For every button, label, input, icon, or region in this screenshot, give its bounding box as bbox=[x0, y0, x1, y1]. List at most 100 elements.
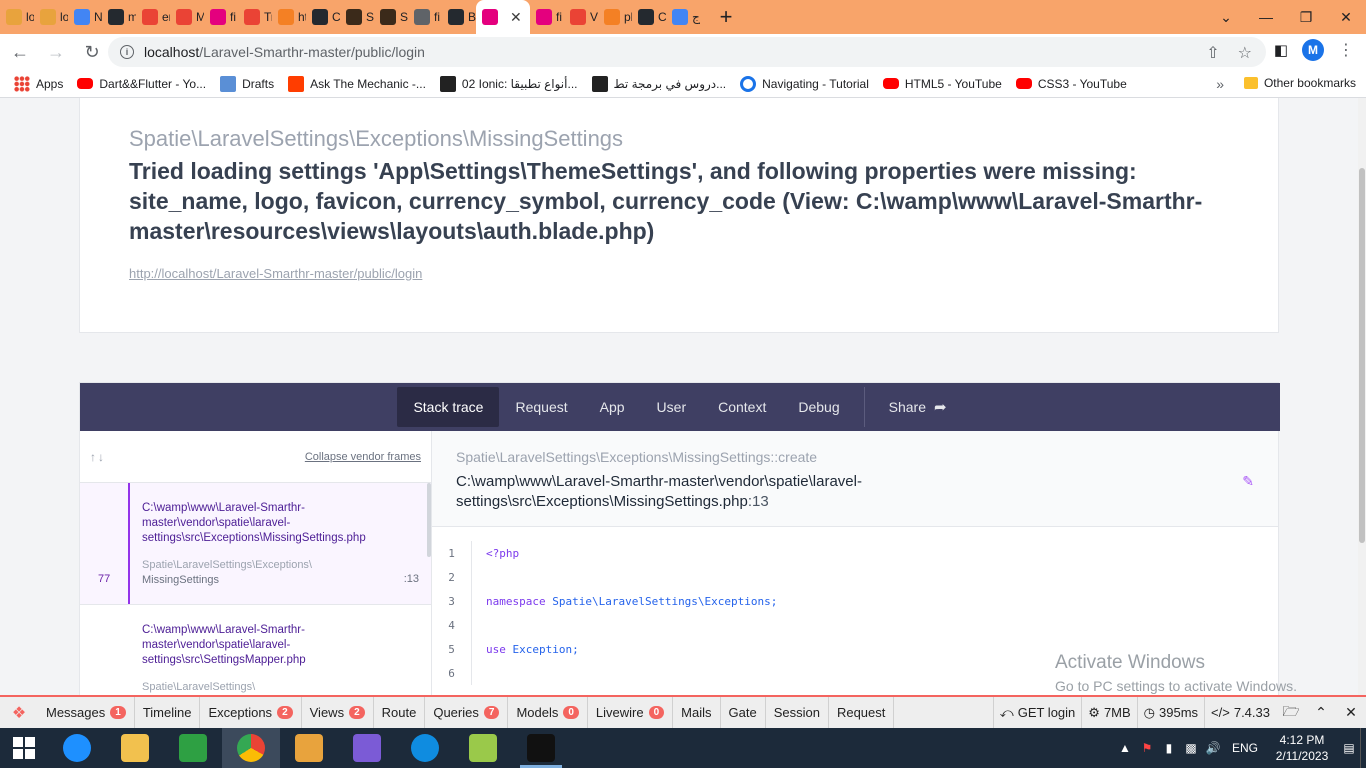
maximize-chevron-icon[interactable]: ⌃ bbox=[1306, 704, 1336, 721]
edit-pencil-icon[interactable]: ✎ bbox=[1242, 473, 1254, 490]
tab-search-chevron-icon[interactable]: ⌄ bbox=[1206, 9, 1246, 26]
debugbar-tab-gate[interactable]: Gate bbox=[721, 697, 766, 728]
taskbar-app[interactable] bbox=[48, 728, 106, 768]
tab[interactable]: phj bbox=[598, 0, 632, 34]
network-flag-icon[interactable]: ⚑ bbox=[1136, 741, 1158, 755]
collapse-vendor-frames-link[interactable]: Collapse vendor frames bbox=[305, 451, 421, 463]
menu-kebab-icon[interactable]: ⋮ bbox=[1338, 40, 1354, 60]
tab[interactable]: Ne bbox=[68, 0, 102, 34]
restore-icon[interactable]: ❐ bbox=[1286, 9, 1326, 26]
signal-icon[interactable]: ▩ bbox=[1180, 741, 1202, 755]
close-icon[interactable]: ✕ bbox=[1336, 704, 1366, 721]
tab[interactable]: Mu bbox=[170, 0, 204, 34]
back-icon[interactable]: ← bbox=[4, 42, 36, 63]
start-button[interactable] bbox=[0, 728, 48, 768]
bookmark-item[interactable]: Navigating - Tutorial bbox=[740, 75, 869, 92]
tab[interactable]: ﬁ T bbox=[204, 0, 238, 34]
share-icon[interactable]: ⇧ bbox=[1206, 43, 1219, 63]
profile-avatar[interactable]: M bbox=[1302, 39, 1324, 61]
bookmark-item[interactable]: Apps bbox=[14, 75, 63, 92]
tab[interactable]: Sm bbox=[340, 0, 374, 34]
ignition-tab-debug[interactable]: Debug bbox=[782, 387, 855, 427]
taskbar-app[interactable] bbox=[164, 728, 222, 768]
taskbar-app[interactable] bbox=[280, 728, 338, 768]
tab[interactable]: ﬁ T bbox=[530, 0, 564, 34]
tab[interactable]: Co bbox=[306, 0, 340, 34]
tab[interactable]: Sm bbox=[374, 0, 408, 34]
reload-icon[interactable]: ↻ bbox=[76, 42, 108, 63]
ignition-tab-user[interactable]: User bbox=[641, 387, 703, 427]
debugbar-tab-models[interactable]: Models 0 bbox=[508, 697, 588, 728]
page-scrollbar-thumb[interactable] bbox=[1359, 168, 1365, 543]
clock-icon: ◷ bbox=[1143, 704, 1156, 720]
bookmark-item[interactable]: 02 Ionic: أنواع تطبيقا... bbox=[439, 75, 578, 92]
ignition-tab-request[interactable]: Request bbox=[499, 387, 583, 427]
debugbar-tab-session[interactable]: Session bbox=[766, 697, 829, 728]
taskbar-app[interactable] bbox=[106, 728, 164, 768]
debugbar-tab-queries[interactable]: Queries 7 bbox=[425, 697, 509, 728]
tray-overflow-icon[interactable]: ▲ bbox=[1114, 741, 1136, 755]
tab[interactable]: ترج bbox=[666, 0, 700, 34]
bookmark-item[interactable]: Dart&&Flutter - Yo... bbox=[77, 77, 206, 91]
window-close-icon[interactable]: ✕ bbox=[1326, 9, 1366, 26]
tab[interactable]: Cla bbox=[632, 0, 666, 34]
bookmark-item[interactable]: HTML5 - YouTube bbox=[882, 77, 1002, 91]
debugbar-tab-mails[interactable]: Mails bbox=[673, 697, 721, 728]
volume-icon[interactable]: 🔊 bbox=[1202, 741, 1224, 755]
bookmark-star-icon[interactable]: ☆ bbox=[1238, 43, 1252, 63]
tab[interactable]: htn bbox=[272, 0, 306, 34]
show-desktop-button[interactable] bbox=[1360, 728, 1366, 768]
tab[interactable]: ﬁ T bbox=[408, 0, 442, 34]
bookmark-item[interactable]: Ask The Mechanic -... bbox=[288, 75, 426, 92]
stack-frame[interactable]: 76C:\wamp\www\Laravel-Smarthr-master\ven… bbox=[80, 605, 431, 695]
ignition-tab-app[interactable]: App bbox=[584, 387, 641, 427]
site-info-icon[interactable]: i bbox=[120, 45, 134, 59]
frames-scrollbar[interactable] bbox=[427, 483, 431, 557]
folder-open-icon[interactable]: 🗁 bbox=[1276, 701, 1306, 725]
request-url-link[interactable]: http://localhost/Laravel-Smarthr-master/… bbox=[129, 266, 422, 281]
tab[interactable]: loc bbox=[0, 0, 34, 34]
url-text[interactable]: localhost/Laravel-Smarthr-master/public/… bbox=[144, 44, 425, 60]
tab[interactable]: ma bbox=[102, 0, 136, 34]
minimize-icon[interactable]: — bbox=[1246, 9, 1286, 25]
taskbar-app[interactable] bbox=[454, 728, 512, 768]
share-button[interactable]: Share ➦ bbox=[873, 387, 963, 427]
debugbar-tab-views[interactable]: Views 2 bbox=[302, 697, 374, 728]
debugbar-tab-timeline[interactable]: Timeline bbox=[135, 697, 201, 728]
bookmark-item[interactable]: Drafts bbox=[220, 75, 274, 92]
tab[interactable]: Vie bbox=[564, 0, 598, 34]
tab[interactable]: Trie bbox=[238, 0, 272, 34]
tab-close-icon[interactable]: ✕ bbox=[510, 9, 522, 26]
frame-nav-arrows-icon[interactable]: ↑↓ bbox=[90, 450, 106, 464]
debugbar-tab-route[interactable]: Route bbox=[374, 697, 426, 728]
side-panel-icon[interactable]: ◧ bbox=[1274, 41, 1288, 59]
battery-icon[interactable]: ▮ bbox=[1158, 741, 1180, 755]
taskbar-app[interactable] bbox=[512, 728, 570, 768]
language-indicator[interactable]: ENG bbox=[1232, 741, 1258, 755]
debugbar-tab-exceptions[interactable]: Exceptions 2 bbox=[200, 697, 302, 728]
bookmark-item[interactable]: CSS3 - YouTube bbox=[1015, 77, 1127, 91]
ignition-tab-context[interactable]: Context bbox=[702, 387, 782, 427]
tab[interactable]: loc bbox=[34, 0, 68, 34]
taskbar-app[interactable] bbox=[396, 728, 454, 768]
bookmark-item[interactable]: دروس في برمجة تط... bbox=[591, 75, 726, 92]
ignition-tab-stack-trace[interactable]: Stack trace bbox=[397, 387, 500, 427]
bookmarks-overflow-button[interactable]: » bbox=[1216, 76, 1224, 92]
debugbar-tab-livewire[interactable]: Livewire 0 bbox=[588, 697, 674, 728]
tab[interactable]: Bra bbox=[442, 0, 476, 34]
taskbar-app[interactable] bbox=[222, 728, 280, 768]
new-tab-button[interactable]: + bbox=[714, 4, 738, 30]
address-bar[interactable]: i localhost/Laravel-Smarthr-master/publi… bbox=[108, 37, 1266, 67]
stack-frame[interactable]: 77 C:\wamp\www\Laravel-Smarthr-master\ven… bbox=[80, 483, 431, 605]
debugbar-tab-messages[interactable]: Messages 1 bbox=[38, 697, 135, 728]
notifications-icon[interactable]: ▤ bbox=[1338, 741, 1360, 755]
laravel-logo-icon[interactable]: ❖ bbox=[0, 697, 38, 728]
taskbar-app[interactable] bbox=[338, 728, 396, 768]
tab[interactable]: em bbox=[136, 0, 170, 34]
other-bookmarks-button[interactable]: Other bookmarks bbox=[1243, 76, 1356, 90]
page-scrollbar[interactable] bbox=[1358, 98, 1366, 695]
clock[interactable]: 4:12 PM 2/11/2023 bbox=[1266, 732, 1338, 764]
tab-active[interactable]: ✕ bbox=[476, 0, 530, 34]
debugbar-tab-request[interactable]: Request bbox=[829, 697, 895, 728]
forward-icon[interactable]: → bbox=[40, 42, 72, 63]
